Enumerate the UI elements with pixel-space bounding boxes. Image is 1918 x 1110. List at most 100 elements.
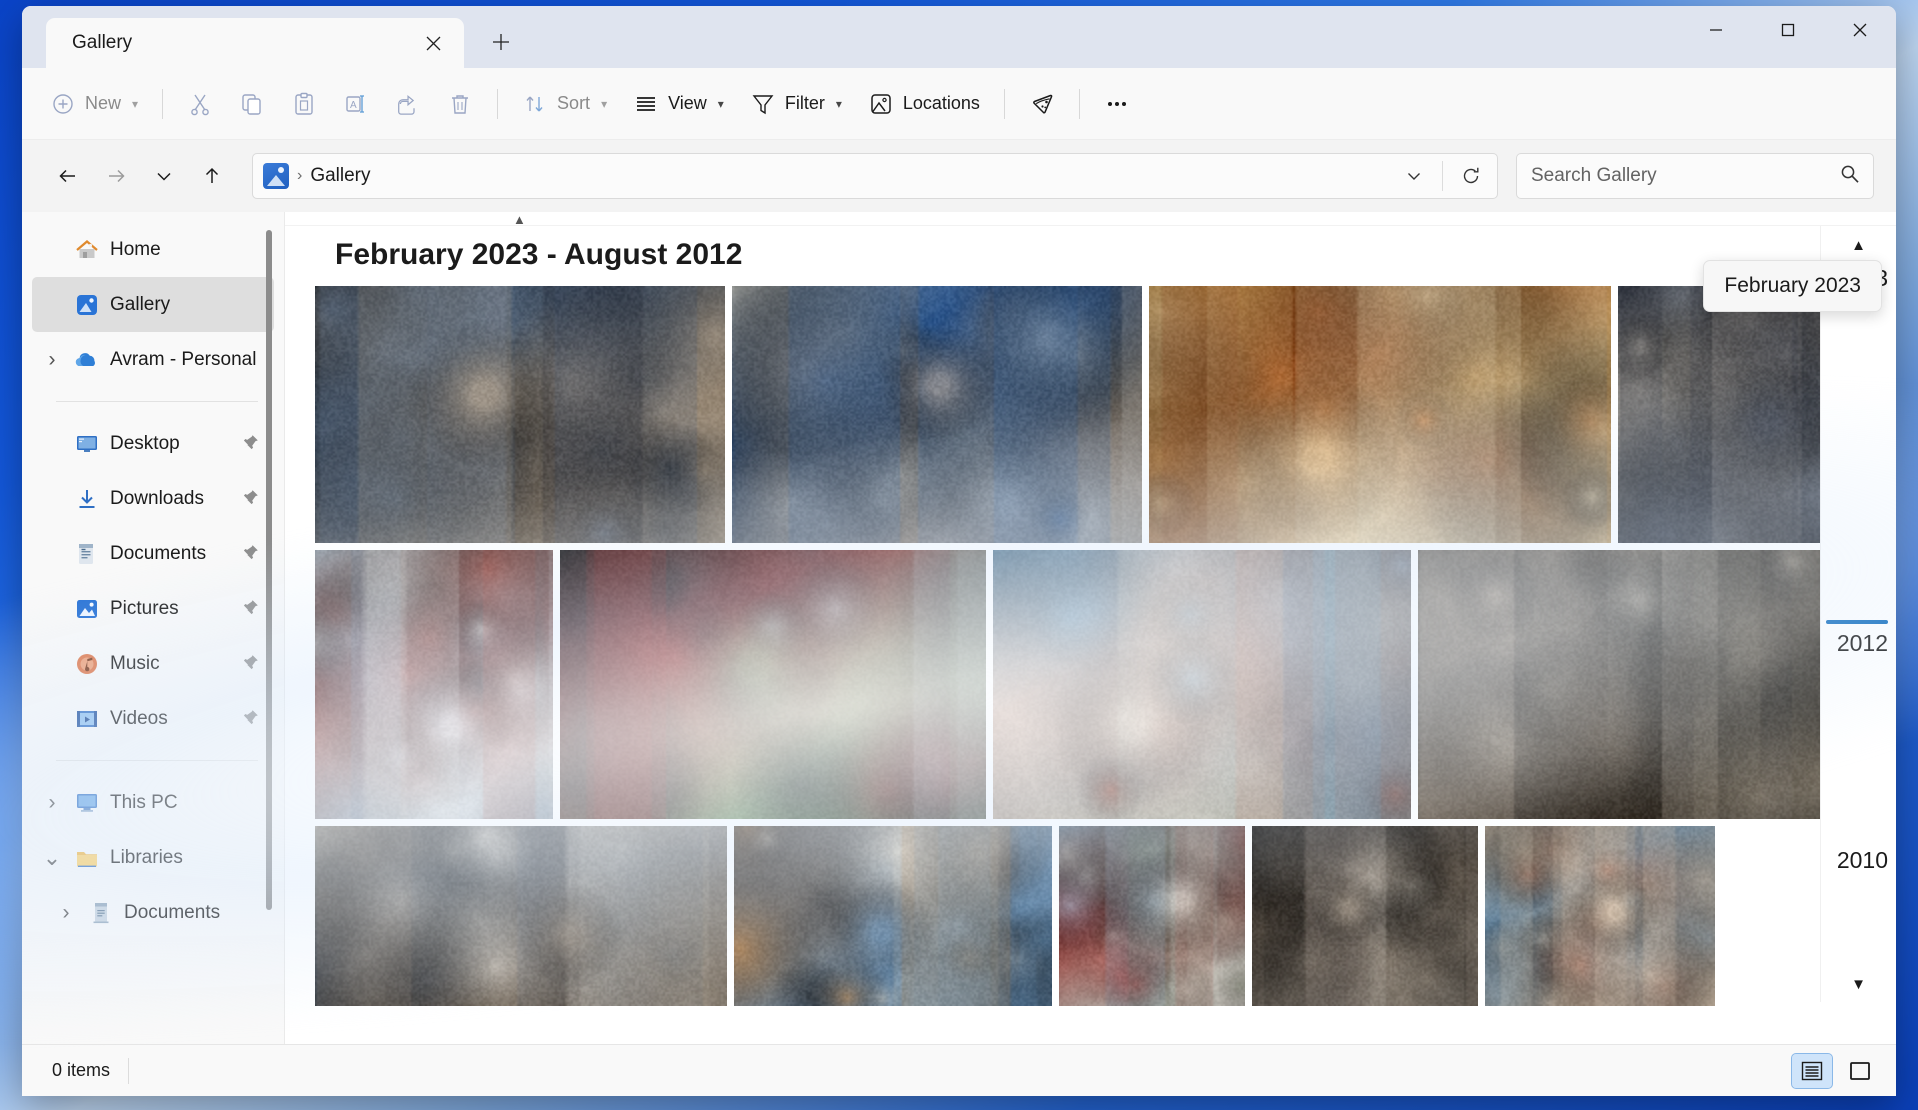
tab-gallery[interactable]: Gallery: [46, 18, 464, 68]
see-more-ellipsis-icon: [1104, 91, 1130, 117]
command-bar: New ▾ A: [22, 68, 1896, 140]
photo-baby-blanket-jersey[interactable]: [315, 550, 553, 819]
breadcrumb-separator: ›: [293, 167, 306, 185]
sidebar-item-documents[interactable]: Documents: [32, 526, 274, 581]
rename-button[interactable]: A: [331, 80, 381, 128]
scrubber-up-arrow[interactable]: ▲: [1851, 238, 1866, 253]
videos-icon: [74, 706, 100, 732]
search-magnifier-icon[interactable]: [1839, 163, 1861, 190]
sidebar-item-documents[interactable]: › Documents: [32, 885, 274, 940]
home-icon: [74, 237, 100, 263]
address-dropdown-icon[interactable]: [1394, 157, 1434, 195]
pizza-button[interactable]: [1017, 80, 1067, 128]
up-button[interactable]: [190, 154, 234, 198]
photo-man-couch-baby[interactable]: [315, 826, 727, 1006]
navigation-sidebar[interactable]: HomeGallery›Avram - Personal DesktopDownl…: [22, 212, 284, 1044]
documents-library-icon: [88, 900, 114, 926]
title-bar: Gallery: [22, 6, 1896, 68]
new-button[interactable]: New ▾: [38, 80, 150, 128]
photo-baby-closeup[interactable]: [1485, 826, 1715, 1006]
chevron-down-icon[interactable]: ⌄: [40, 846, 64, 870]
sidebar-item-label: Documents: [110, 543, 230, 565]
sidebar-item-label: This PC: [110, 792, 274, 814]
sidebar-item-label: Documents: [124, 902, 274, 924]
desktop-icon: [74, 431, 100, 457]
status-bar: 0 items: [22, 1044, 1896, 1096]
gallery-pane: ▲ February 2023 - August 2012 ▲ ▼ 202320…: [284, 212, 1896, 1044]
photo-man-glasses-dark[interactable]: [1252, 826, 1478, 1006]
sidebar-item-gallery[interactable]: Gallery: [32, 277, 274, 332]
recent-locations-button[interactable]: [142, 154, 186, 198]
photo-grid[interactable]: [315, 286, 1820, 1044]
scrubber-down-arrow[interactable]: ▼: [1851, 977, 1866, 992]
see-more-button[interactable]: [1092, 80, 1142, 128]
refresh-icon[interactable]: [1451, 157, 1491, 195]
large-icons-view-icon[interactable]: [1840, 1054, 1880, 1088]
sidebar-item-videos[interactable]: Videos: [32, 691, 274, 746]
sidebar-item-home[interactable]: Home: [32, 222, 274, 277]
chevron-down-icon: ▾: [601, 97, 607, 111]
details-view-icon[interactable]: [1792, 1054, 1832, 1088]
scrubber-year-2010[interactable]: 2010: [1837, 847, 1888, 874]
photo-man-baby-chair[interactable]: [1618, 286, 1820, 543]
photo-sleeping-baby-quilt[interactable]: [993, 550, 1411, 819]
sidebar-item-this-pc[interactable]: › This PC: [32, 775, 274, 830]
photo-baby-held[interactable]: [1149, 286, 1611, 543]
sidebar-item-music[interactable]: Music: [32, 636, 274, 691]
sidebar-scrollbar[interactable]: [266, 230, 272, 910]
sidebar-item-label: Videos: [110, 708, 230, 730]
paste-button[interactable]: [279, 80, 329, 128]
chevron-up-icon[interactable]: ▲: [513, 212, 526, 227]
photo-thumbnail: [315, 550, 553, 819]
sidebar-item-avram-personal[interactable]: ›Avram - Personal: [32, 332, 274, 387]
view-button[interactable]: View ▾: [621, 80, 736, 128]
view-lines-icon: [633, 91, 659, 117]
sidebar-item-desktop[interactable]: Desktop: [32, 416, 274, 471]
share-button[interactable]: [383, 80, 433, 128]
status-divider: [128, 1058, 129, 1084]
close-button[interactable]: [1824, 6, 1896, 54]
sidebar-item-libraries[interactable]: ⌄ Libraries: [32, 830, 274, 885]
photo-grandma-book[interactable]: [734, 826, 1052, 1006]
sort-button[interactable]: Sort ▾: [510, 80, 619, 128]
photo-carseat[interactable]: [560, 550, 986, 819]
address-bar[interactable]: › Gallery: [252, 153, 1498, 199]
copy-button[interactable]: [227, 80, 277, 128]
new-tab-button[interactable]: [478, 19, 524, 65]
search-box[interactable]: Search Gallery: [1516, 153, 1874, 199]
chevron-right-icon[interactable]: ›: [54, 901, 78, 925]
pin-icon[interactable]: [240, 598, 262, 620]
photo-robots[interactable]: [732, 286, 1142, 543]
cut-button[interactable]: [175, 80, 225, 128]
photo-anime-booth[interactable]: [315, 286, 725, 543]
forward-button[interactable]: [94, 154, 138, 198]
chevron-down-icon: ▾: [132, 97, 138, 111]
pin-icon[interactable]: [240, 543, 262, 565]
chevron-right-icon[interactable]: ›: [40, 791, 64, 815]
pin-icon[interactable]: [240, 653, 262, 675]
back-button[interactable]: [46, 154, 90, 198]
pin-icon[interactable]: [240, 708, 262, 730]
pin-icon[interactable]: [240, 488, 262, 510]
locations-button[interactable]: Locations: [856, 80, 992, 128]
filter-button[interactable]: Filter ▾: [738, 80, 854, 128]
pin-icon[interactable]: [240, 433, 262, 455]
chevron-right-icon[interactable]: ›: [40, 348, 64, 372]
photo-man-kissing-baby[interactable]: [1418, 550, 1820, 819]
sidebar-item-pictures[interactable]: Pictures: [32, 581, 274, 636]
sidebar-item-downloads[interactable]: Downloads: [32, 471, 274, 526]
this-pc-icon: [74, 790, 100, 816]
minimize-button[interactable]: [1680, 6, 1752, 54]
pictures-icon: [74, 596, 100, 622]
sidebar-item-label: Libraries: [110, 847, 274, 869]
year-scrubber[interactable]: ▲ ▼ 202320122010: [1820, 226, 1896, 1002]
search-input[interactable]: Search Gallery: [1531, 165, 1839, 187]
breadcrumb-gallery[interactable]: Gallery: [310, 165, 370, 187]
photo-baby-jersey-quilt[interactable]: [1059, 826, 1245, 1006]
photo-thumbnail: [1418, 550, 1820, 819]
maximize-button[interactable]: [1752, 6, 1824, 54]
delete-button[interactable]: [435, 80, 485, 128]
scrubber-year-2012[interactable]: 2012: [1837, 630, 1888, 657]
pizza-slice-icon: [1029, 91, 1055, 117]
tab-close-icon[interactable]: [416, 26, 450, 60]
